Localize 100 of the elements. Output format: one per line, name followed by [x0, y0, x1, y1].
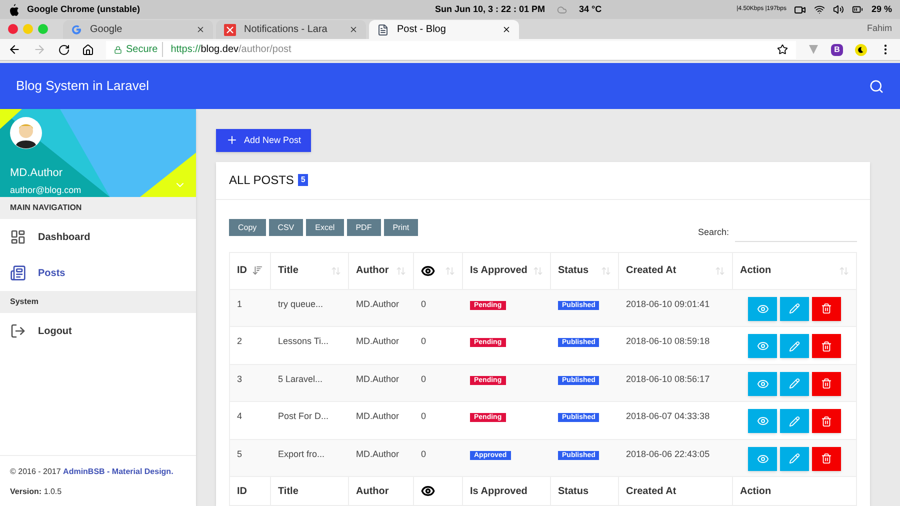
- section-header: System: [0, 291, 196, 313]
- table-cell: MD.Author: [356, 336, 400, 346]
- trash-icon: [821, 340, 832, 352]
- reload-icon[interactable]: [58, 44, 70, 56]
- column-header[interactable]: Created At: [626, 263, 676, 278]
- edit-button[interactable]: [780, 409, 809, 433]
- close-icon[interactable]: [349, 25, 358, 34]
- pencil-icon: [789, 340, 800, 352]
- search-icon[interactable]: [869, 78, 884, 94]
- edit-button[interactable]: [780, 296, 809, 320]
- column-header: Action: [740, 484, 772, 498]
- pencil-icon: [789, 453, 800, 464]
- table-cell: 2018-06-10 08:56:17: [626, 374, 710, 384]
- trash-icon: [821, 378, 832, 389]
- nav-item[interactable]: Logout: [0, 313, 196, 349]
- google-icon: [71, 24, 82, 35]
- column-header[interactable]: ID: [237, 263, 247, 278]
- view-button[interactable]: [748, 446, 777, 470]
- footer-link[interactable]: AdminBSB - Material Design.: [63, 467, 174, 476]
- column-header[interactable]: Action: [740, 263, 772, 278]
- column-header[interactable]: Title: [278, 263, 298, 278]
- column-header[interactable]: Is Approved: [470, 263, 528, 278]
- view-button[interactable]: [748, 296, 777, 320]
- column-header: Is Approved: [470, 484, 528, 498]
- browser-tab[interactable]: Post - Blog: [369, 20, 519, 39]
- column-header: ID: [237, 484, 247, 498]
- export-button[interactable]: Copy: [229, 219, 266, 236]
- export-button[interactable]: Excel: [306, 219, 344, 236]
- export-button[interactable]: CSV: [268, 219, 304, 236]
- eye-icon: [756, 302, 768, 314]
- table-cell: Lessons Ti...: [278, 336, 329, 346]
- app-name: Google Chrome (unstable): [27, 2, 140, 16]
- close-icon[interactable]: [502, 25, 511, 34]
- search-label: Search:: [698, 226, 729, 239]
- pencil-icon: [789, 378, 800, 389]
- column-header[interactable]: Author: [356, 263, 389, 278]
- close-icon[interactable]: [196, 25, 205, 34]
- plus-icon: [226, 134, 238, 146]
- eye-icon: [756, 340, 768, 352]
- view-button[interactable]: [748, 372, 777, 396]
- add-post-button[interactable]: Add New Post: [216, 129, 312, 152]
- user-email: author@blog.com: [10, 184, 82, 197]
- delete-button[interactable]: [812, 372, 841, 396]
- page-icon: [377, 24, 389, 36]
- table-cell: 0: [421, 374, 426, 384]
- tab-title: Post - Blog: [397, 23, 447, 37]
- export-button[interactable]: Print: [384, 219, 418, 236]
- back-icon[interactable]: [8, 43, 21, 56]
- nav-item[interactable]: Dashboard: [0, 219, 196, 255]
- tab-title: Google: [90, 23, 124, 37]
- delete-button[interactable]: [812, 296, 841, 320]
- table-cell: 2018-06-10 09:01:41: [626, 298, 710, 308]
- table-cell: Export fro...: [278, 448, 325, 458]
- star-icon[interactable]: [777, 44, 788, 55]
- nav-item[interactable]: Posts: [0, 255, 196, 291]
- eye-icon: [421, 264, 435, 278]
- table-cell: 4: [237, 411, 242, 421]
- app-title: Blog System in Laravel: [16, 77, 150, 96]
- delete-button[interactable]: [812, 446, 841, 470]
- table-cell: 5 Laravel...: [278, 374, 323, 384]
- table-cell: try queue...: [278, 298, 324, 308]
- wifi-icon: [814, 4, 826, 15]
- table-cell: MD.Author: [356, 411, 400, 421]
- column-header[interactable]: Status: [558, 263, 589, 278]
- logout-icon: [10, 323, 26, 339]
- edit-button[interactable]: [780, 372, 809, 396]
- home-icon[interactable]: [82, 44, 94, 56]
- profile-name[interactable]: Fahim: [866, 22, 900, 36]
- app-icon: [224, 24, 236, 36]
- view-button[interactable]: [748, 334, 777, 358]
- edit-button[interactable]: [780, 334, 809, 358]
- extension-icon[interactable]: [855, 44, 867, 56]
- version-text: Version: 1.0.5: [10, 486, 63, 498]
- extension-icon[interactable]: B: [831, 44, 843, 56]
- edit-button[interactable]: [780, 446, 809, 470]
- table-cell: 0: [421, 448, 426, 458]
- table-cell: MD.Author: [356, 448, 400, 458]
- table-cell: MD.Author: [356, 374, 400, 384]
- view-button[interactable]: [748, 409, 777, 433]
- dashboard-icon: [10, 229, 26, 245]
- table-cell: 2018-06-06 22:43:05: [626, 448, 710, 458]
- pencil-icon: [789, 416, 800, 426]
- table-cell: 0: [421, 298, 426, 308]
- eye-icon: [756, 378, 768, 390]
- user-name: MD.Author: [10, 166, 63, 181]
- browser-tab[interactable]: Notifications - Lara: [216, 20, 366, 39]
- forward-icon[interactable]: [33, 43, 46, 56]
- column-header: Author: [356, 484, 389, 498]
- delete-button[interactable]: [812, 334, 841, 358]
- export-button[interactable]: PDF: [346, 219, 381, 236]
- address-bar[interactable]: Secure https://blog.dev/author/post: [106, 40, 796, 58]
- delete-button[interactable]: [812, 409, 841, 433]
- camera-icon: [794, 4, 806, 16]
- eye-icon: [756, 415, 768, 427]
- table-cell: 2: [237, 336, 242, 346]
- copyright-text: © 2016 - 2017 AdminBSB - Material Design.: [10, 466, 174, 478]
- eye-icon: [421, 484, 435, 498]
- table-cell: 1: [237, 298, 242, 308]
- browser-tab[interactable]: Google: [63, 20, 213, 39]
- sort-icon[interactable]: [252, 265, 263, 276]
